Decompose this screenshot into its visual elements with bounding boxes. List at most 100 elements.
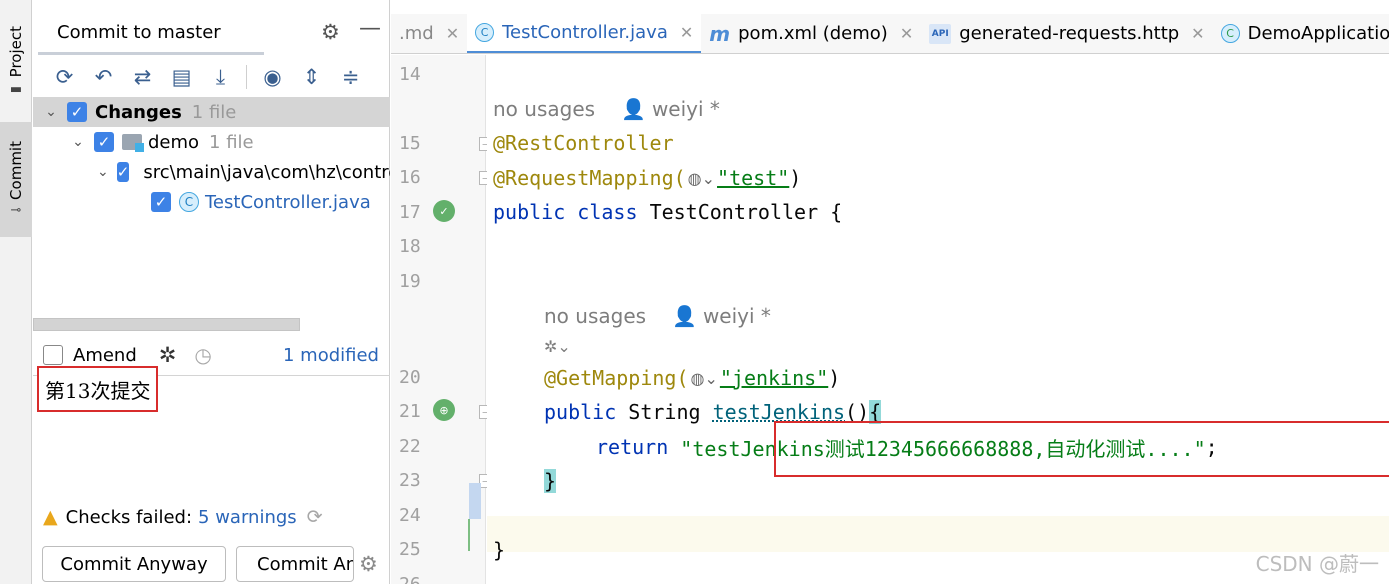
commit-options-gear-icon[interactable]: ⚙	[359, 552, 378, 576]
globe-icon[interactable]: ◍⌄	[688, 169, 715, 188]
close-icon[interactable]: ✕	[680, 23, 693, 42]
tab-label: TestController.java	[502, 21, 668, 43]
usages-label: no usages	[493, 97, 596, 121]
tree-horizontal-scrollbar[interactable]	[33, 318, 300, 331]
java-class-icon: C	[179, 192, 199, 212]
line-number: 26	[399, 574, 429, 584]
code-token: public	[493, 200, 566, 224]
close-icon[interactable]: ✕	[446, 24, 459, 43]
changes-count: 1 file	[191, 101, 237, 123]
endpoint-icon[interactable]: ✲⌄	[544, 337, 571, 356]
code-token: @GetMapping(	[544, 366, 689, 390]
chevron-down-icon[interactable]: ⌄	[43, 104, 59, 120]
code-line-16: @RequestMapping( ◍⌄ "test" )	[493, 161, 801, 195]
commit-author-icon[interactable]: ✲	[159, 343, 177, 367]
code-token: @RestController	[493, 131, 674, 155]
commit-anyway-button[interactable]: Commit Anyway	[42, 546, 226, 582]
line-number: 23	[399, 470, 421, 491]
code-token: return	[596, 435, 669, 459]
code-token: TestController {	[649, 200, 843, 224]
changes-label: Changes	[95, 101, 182, 123]
warnings-link[interactable]: 5 warnings	[198, 507, 297, 528]
line-gutter: 14 15 16 17 18 19 20 21 22 23 24 25 26 ✓…	[391, 55, 491, 584]
java-class-icon: C	[475, 22, 495, 42]
amend-label: Amend	[73, 344, 137, 366]
close-icon[interactable]: ✕	[1191, 24, 1204, 43]
tab-testcontroller[interactable]: C TestController.java ✕	[467, 14, 702, 53]
checkbox-path[interactable]: ✓	[116, 162, 130, 182]
rollback-icon[interactable]: ↶	[84, 62, 123, 92]
project-tab-label: Project	[7, 26, 25, 78]
tab-label: pom.xml (demo)	[738, 23, 888, 44]
close-icon[interactable]: ✕	[900, 24, 913, 43]
commit-anyway-push-button[interactable]: Commit Anyway and Push...	[236, 546, 354, 582]
tool-window-strip: Project ▬ Commit ⊸	[0, 0, 32, 584]
endpoint-hint[interactable]: ✲⌄	[544, 329, 571, 363]
editor-area: .md ✕ C TestController.java ✕ m pom.xml …	[391, 0, 1389, 584]
usages-hint[interactable]: no usages 👤 weiyi *	[493, 92, 720, 126]
changes-tree: ⌄ ✓ Changes 1 file ⌄ ✓ demo 1 file ⌄ ✓ s…	[33, 97, 390, 217]
line-number: 20	[399, 367, 421, 388]
highlight-box	[774, 421, 1389, 477]
folder-icon: ▬	[9, 81, 23, 97]
panel-header: Commit to master ⚙ —	[33, 14, 390, 55]
spring-bean-icon[interactable]: ✓	[433, 200, 455, 222]
tree-row-path[interactable]: ⌄ ✓ src\main\java\com\hz\controller	[33, 157, 390, 187]
line-number: 18	[399, 236, 421, 257]
line-number: 25	[399, 539, 421, 560]
tree-row-module[interactable]: ⌄ ✓ demo 1 file	[33, 127, 390, 157]
minimize-icon[interactable]: —	[359, 16, 381, 41]
tab-label: DemoApplication	[1247, 23, 1389, 44]
commit-message-input[interactable]: 第13次提交	[37, 366, 159, 412]
tab-pom[interactable]: m pom.xml (demo) ✕	[701, 14, 921, 53]
collapse-all-icon[interactable]: ≑	[331, 62, 370, 92]
editor-tab-bar: .md ✕ C TestController.java ✕ m pom.xml …	[391, 14, 1389, 54]
code-token: @RequestMapping(	[493, 166, 686, 190]
module-label: demo	[148, 131, 200, 153]
tree-row-file[interactable]: ✓ C TestController.java	[33, 187, 390, 217]
line-number: 22	[399, 436, 421, 457]
commit-icon: ⊸	[10, 203, 22, 219]
project-tool-tab[interactable]: Project ▬	[0, 14, 32, 109]
tab-generated-requests[interactable]: API generated-requests.http ✕	[921, 14, 1212, 53]
expand-all-icon[interactable]: ⇕	[292, 62, 331, 92]
show-diff-icon[interactable]: ▤	[162, 62, 201, 92]
refresh-icon[interactable]: ⟳	[45, 62, 84, 92]
checkbox-file[interactable]: ✓	[151, 192, 171, 212]
tree-row-changes[interactable]: ⌄ ✓ Changes 1 file	[33, 97, 390, 127]
chevron-down-icon[interactable]: ⌄	[97, 164, 109, 180]
rerun-checks-icon[interactable]: ⟳	[307, 506, 323, 528]
commit-tool-tab[interactable]: Commit ⊸	[0, 122, 32, 237]
checkbox-module[interactable]: ✓	[94, 132, 114, 152]
tab-md[interactable]: .md ✕	[391, 14, 467, 53]
gear-icon[interactable]: ⚙	[321, 20, 340, 44]
modified-link[interactable]: 1 modified	[283, 345, 379, 366]
code-token[interactable]: "jenkins"	[720, 366, 828, 390]
tab-demoapplication[interactable]: C DemoApplication	[1213, 14, 1389, 53]
amend-checkbox[interactable]	[43, 345, 63, 365]
update-icon[interactable]: ⤓	[201, 62, 240, 92]
code-editor[interactable]: no usages 👤 weiyi * @RestController @Req…	[487, 55, 1389, 584]
globe-icon[interactable]: ◍⌄	[691, 369, 718, 388]
toolbar-separator	[246, 65, 247, 89]
commit-toolbar: ⟳ ↶ ⇄ ▤ ⤓ ◉ ⇕ ≑	[33, 60, 390, 94]
usages-hint[interactable]: no usages 👤 weiyi *	[544, 299, 771, 333]
chevron-down-icon[interactable]: ⌄	[70, 134, 86, 150]
line-number: 21	[399, 401, 421, 422]
checks-status: ▲ Checks failed: 5 warnings ⟳	[43, 504, 323, 530]
spring-endpoint-icon[interactable]: ⊕	[433, 399, 455, 421]
spring-app-icon: C	[1220, 24, 1240, 43]
history-icon[interactable]: ◷	[194, 343, 211, 367]
view-options-icon[interactable]: ◉	[253, 62, 292, 92]
checkbox-changes[interactable]: ✓	[67, 102, 87, 122]
code-token: public	[544, 400, 617, 424]
line-number: 14	[399, 64, 421, 85]
modified-line-marker[interactable]	[469, 483, 481, 519]
diff-icon[interactable]: ⇄	[123, 62, 162, 92]
tab-label: generated-requests.http	[959, 23, 1180, 44]
api-icon: API	[929, 23, 952, 44]
line-number: 19	[399, 271, 421, 292]
code-line-15: @RestController	[493, 126, 674, 160]
code-line-25: }	[493, 533, 505, 567]
code-token[interactable]: "test"	[717, 166, 789, 190]
